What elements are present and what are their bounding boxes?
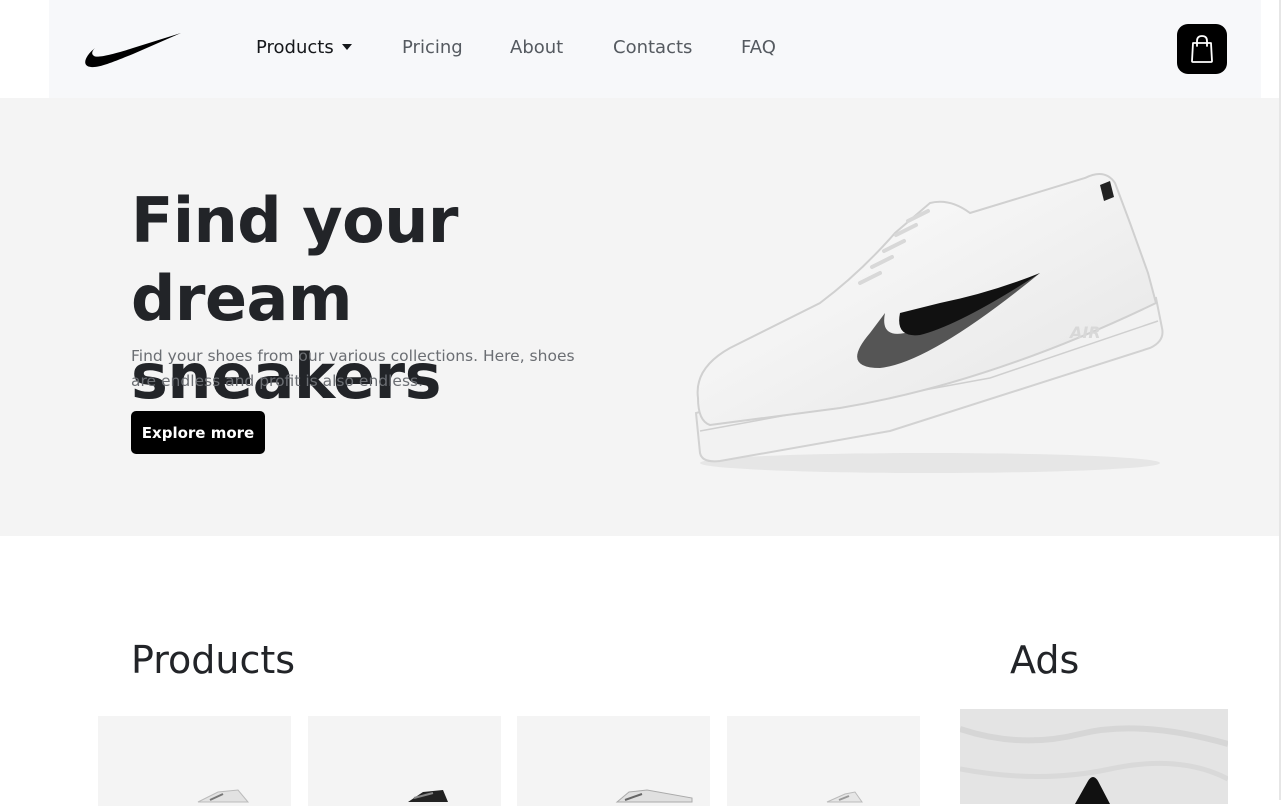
nike-logo-icon[interactable]: [83, 30, 181, 70]
products-section-title: Products: [131, 638, 296, 682]
product-card[interactable]: [98, 716, 291, 806]
nav-about[interactable]: About: [510, 37, 563, 58]
shopping-bag-icon: [1191, 35, 1213, 63]
sneaker-image-icon: [615, 789, 693, 803]
svg-text:AIR: AIR: [1068, 323, 1101, 342]
ad-image-icon: [960, 709, 1228, 804]
hero-subtitle: Find your shoes from our various collect…: [131, 347, 575, 390]
ads-section-title: Ads: [1010, 638, 1080, 682]
chevron-down-icon: [341, 44, 352, 50]
cart-button[interactable]: [1177, 24, 1227, 74]
nav-contacts[interactable]: Contacts: [613, 37, 692, 58]
nav-pricing[interactable]: Pricing: [402, 37, 463, 58]
sneaker-image-icon: [826, 791, 863, 803]
sneaker-image-icon: [197, 789, 250, 803]
product-card[interactable]: [727, 716, 920, 806]
nav-products[interactable]: Products: [256, 37, 352, 58]
product-card[interactable]: [517, 716, 710, 806]
ad-image[interactable]: [960, 709, 1228, 804]
nav-products-label: Products: [256, 37, 334, 58]
hero-section: Find your dream sneakers Find your shoes…: [0, 98, 1281, 536]
explore-more-button[interactable]: Explore more: [131, 411, 265, 454]
product-card[interactable]: [308, 716, 501, 806]
navbar: Products Pricing About Contacts FAQ: [49, 0, 1261, 98]
sneaker-image-icon: [408, 790, 448, 802]
sneaker-hero-image: AIR: [694, 173, 1164, 473]
nav-faq[interactable]: FAQ: [741, 37, 776, 58]
